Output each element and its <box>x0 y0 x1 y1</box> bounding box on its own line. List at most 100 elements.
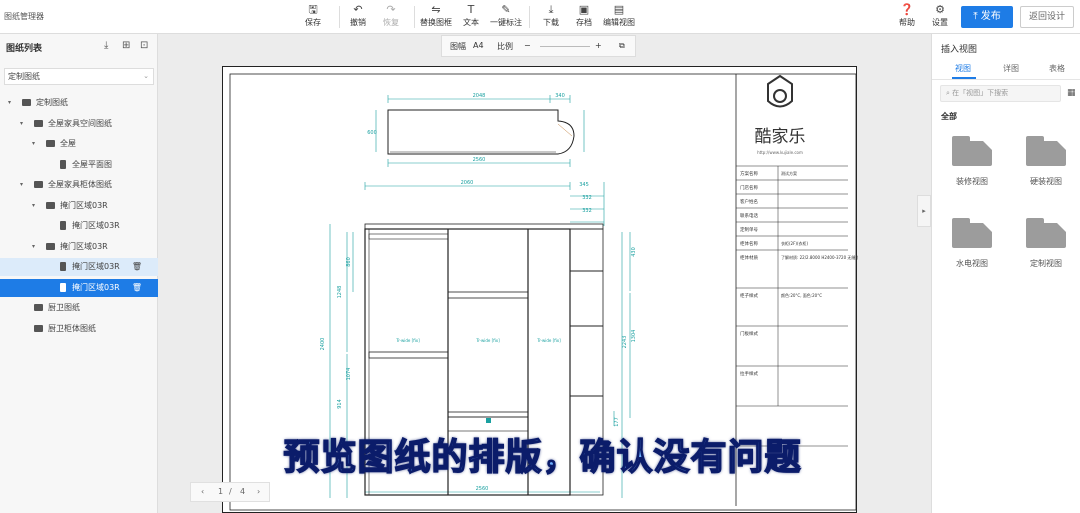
file-icon <box>60 221 66 230</box>
prev-page-button[interactable]: ‹ <box>201 487 204 496</box>
new-folder-icon[interactable]: ⊞ <box>122 40 130 51</box>
app-title: 图纸管理器 <box>4 12 44 21</box>
edit-view-button[interactable]: ▤ 编辑视图 <box>597 3 641 28</box>
panel-title: 图纸列表 <box>6 44 43 54</box>
elev-dim-upper: 1248 <box>337 286 343 299</box>
folder-icon <box>952 136 992 166</box>
tree-file[interactable]: 掩门区域03R 🗑 <box>0 278 158 297</box>
view-tile-hard-decoration[interactable]: 硬装视图 <box>1018 136 1074 187</box>
folder-icon <box>34 304 43 311</box>
elev-dim-right-c: 2243 <box>622 336 628 349</box>
chevron-right-icon: ▸ <box>922 207 926 215</box>
redo-icon: ↷ <box>386 3 396 16</box>
redo-button[interactable]: ↷ 恢复 <box>369 3 413 28</box>
scale-slider[interactable] <box>540 46 590 47</box>
title-block-label: 柜体材质 <box>740 254 758 261</box>
chevron-down-icon[interactable]: ▾ <box>20 176 23 194</box>
tab-table[interactable]: 表格 <box>1049 63 1065 74</box>
save-icon: 🖫 <box>308 3 318 16</box>
elev-dim-r3: 332 <box>582 208 592 214</box>
elev-dim-top: 2060 <box>461 180 474 186</box>
folder-icon <box>22 99 31 106</box>
gear-icon: ⚙ <box>935 3 945 16</box>
publish-button[interactable]: ⤒ 发布 <box>961 6 1013 28</box>
view-tile-decoration[interactable]: 装修视图 <box>944 136 1000 187</box>
chevron-down-icon[interactable]: ▾ <box>32 197 35 215</box>
frame-label: 图幅 <box>450 42 466 51</box>
scale-label: 比例 <box>497 42 513 51</box>
elev-dim-right-a: 430 <box>631 247 637 257</box>
tree-file[interactable]: 掩门区域03R <box>0 217 158 235</box>
title-block-label: 定制单号 <box>740 226 758 233</box>
top-toolbar: 图纸管理器 🖫 保存 ↶ 撤销 ↷ 恢复 ⇋ 替换图框 T 文本 ✎ 一键标注 ⤓ 下载 ▣ 存… <box>0 0 1080 34</box>
save-button[interactable]: 🖫 保存 <box>291 3 335 28</box>
elev-dim-a: 860 <box>346 257 352 267</box>
folder-icon <box>34 181 43 188</box>
tree-folder[interactable]: 厨卫图纸 <box>0 299 158 317</box>
grid-view-icon[interactable]: ▦ <box>1067 88 1076 98</box>
tab-divider <box>932 79 1080 80</box>
auto-annotate-button[interactable]: ✎ 一键标注 <box>484 3 528 28</box>
view-tile-custom[interactable]: 定制视图 <box>1018 218 1074 269</box>
tree-folder[interactable]: ▾ 全屋家具空间图纸 <box>0 115 158 133</box>
title-block-label: 联系电话 <box>740 212 758 219</box>
video-subtitle: 预览图纸的排版，确认没有问题 <box>283 436 802 479</box>
fit-view-icon[interactable]: ⧉ <box>619 41 625 51</box>
tree-file[interactable]: 掩门区域03R 🗑 <box>0 258 158 276</box>
folder-icon <box>46 140 55 147</box>
frame-size-select[interactable]: A4 <box>473 41 484 50</box>
tree-item-label: 全屋 <box>60 139 76 148</box>
next-page-button[interactable]: › <box>257 487 260 496</box>
settings-button[interactable]: ⚙ 设置 <box>918 3 962 28</box>
elev-dim-r2: 332 <box>582 195 592 201</box>
edit-view-icon: ▤ <box>613 3 625 16</box>
tree-folder[interactable]: ▾ 全屋家具柜体图纸 <box>0 176 158 194</box>
plan-dim-a: 2048 <box>473 93 486 99</box>
chevron-down-icon[interactable]: ▾ <box>20 115 23 133</box>
view-settings-bar: 图幅 A4 比例 − + ⧉ <box>441 35 636 57</box>
insert-view-panel: 插入视图 视图 详图 表格 ⌕ 在「视图」下搜索 ▦ 全部 装修视图 硬装视图 … <box>931 34 1080 513</box>
trash-icon[interactable]: 🗑 <box>132 279 142 297</box>
tree-folder[interactable]: ▾ 全屋 <box>0 135 158 153</box>
drawing-type-select[interactable]: 定制图纸 ⌄ <box>4 68 154 85</box>
elev-dim-mid: 1074 <box>346 368 352 381</box>
upload-icon: ⤒ <box>973 11 978 22</box>
tree-item-label: 掩门区域03R <box>72 221 120 230</box>
chevron-down-icon[interactable]: ▾ <box>32 135 35 153</box>
tree-folder[interactable]: ▾ 定制图纸 <box>0 94 158 112</box>
tree-item-label: 厨卫图纸 <box>48 303 80 312</box>
search-icon: ⌕ <box>946 89 950 97</box>
zoom-in-button[interactable]: + <box>595 41 602 50</box>
view-tile-plumbing[interactable]: 水电视图 <box>944 218 1000 269</box>
file-icon <box>60 262 66 271</box>
section-label-3: Tr-wide [fix] <box>536 338 561 343</box>
title-block-value: 衣柜(2F)(衣柜) <box>781 240 809 246</box>
new-file-icon[interactable]: ⊡ <box>140 40 148 51</box>
title-block-value: 颜色:20°C, 面色:20°C <box>781 292 822 298</box>
tree-file[interactable]: 全屋平面图 <box>0 156 158 174</box>
pen-icon: ✎ <box>501 3 511 16</box>
title-block-value: 测试方案 <box>781 170 797 176</box>
chevron-down-icon[interactable]: ▾ <box>8 94 11 112</box>
drawing-list-panel: 图纸列表 ⤓ ⊞ ⊡ 定制图纸 ⌄ ▾ 定制图纸 ▾ 全屋家具空间图纸 ▾ 全屋 全屋平面图… <box>0 34 158 513</box>
view-search-input[interactable]: ⌕ 在「视图」下搜索 <box>940 85 1061 102</box>
tab-view[interactable]: 视图 <box>955 63 971 74</box>
folder-icon <box>34 324 43 332</box>
tab-detail[interactable]: 详图 <box>1003 63 1019 74</box>
tree-folder[interactable]: ▾ 掩门区域03R <box>0 197 158 215</box>
zoom-out-button[interactable]: − <box>524 41 531 50</box>
title-block-label: 门店名称 <box>740 184 758 191</box>
tree-folder[interactable]: ▾ 掩门区域03R <box>0 238 158 256</box>
chevron-down-icon: ⌄ <box>143 72 149 80</box>
title-block-label: 方案名称 <box>740 170 758 177</box>
collapse-panel-button[interactable]: ▸ <box>917 195 931 227</box>
back-to-design-button[interactable]: 返回设计 <box>1020 6 1074 28</box>
category-all-label: 全部 <box>941 112 957 121</box>
chevron-down-icon[interactable]: ▾ <box>32 238 35 256</box>
brand-url: http://www.kujiale.com <box>757 150 803 155</box>
trash-icon[interactable]: 🗑 <box>132 258 142 276</box>
folder-icon <box>1026 136 1066 166</box>
import-icon[interactable]: ⤓ <box>104 40 108 51</box>
title-block-label: 柜体名称 <box>740 240 758 247</box>
tree-folder[interactable]: 厨卫柜体图纸 <box>0 320 158 338</box>
